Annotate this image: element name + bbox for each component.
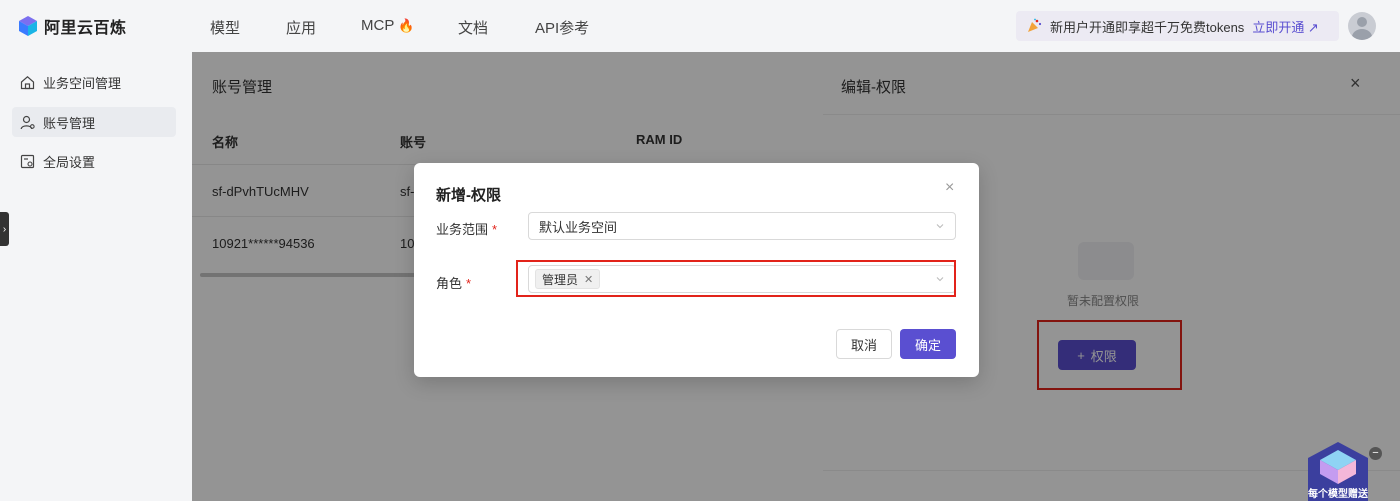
sidebar-item-workspace[interactable]: 业务空间管理 — [12, 67, 176, 97]
promo-banner[interactable]: 新用户开通即享超千万免费tokens 立即开通 ↗ — [1016, 11, 1339, 41]
sidebar-collapse-toggle[interactable]: › — [0, 212, 9, 246]
settings-icon — [20, 154, 35, 169]
brand-name: 阿里云百炼 — [44, 20, 127, 37]
scope-label: 业务范围 * — [436, 219, 497, 238]
promo-float-widget[interactable]: 每个模型赠送 — [1306, 440, 1370, 501]
fire-icon: 🔥 — [398, 18, 415, 33]
required-mark: * — [466, 276, 472, 291]
nav-item-api[interactable]: API参考 — [535, 17, 589, 38]
brand-logo[interactable]: 阿里云百炼 — [18, 14, 127, 38]
promo-link[interactable]: 立即开通 ↗ — [1252, 17, 1319, 36]
confirm-button[interactable]: 确定 — [900, 329, 956, 359]
scope-label-text: 业务范围 — [436, 222, 489, 237]
nav-item-mcp[interactable]: MCP 🔥 — [361, 17, 414, 34]
highlight-box-role — [516, 260, 956, 297]
party-icon — [1026, 18, 1042, 34]
brand-logo-icon — [18, 15, 38, 37]
sidebar: 业务空间管理 账号管理 全局设置 — [0, 52, 192, 501]
required-mark: * — [492, 222, 498, 237]
modal-close-icon[interactable]: × — [945, 180, 954, 196]
sidebar-item-label: 账号管理 — [43, 115, 96, 131]
float-widget-minimize-icon[interactable]: − — [1369, 447, 1382, 460]
sidebar-item-label: 业务空间管理 — [43, 75, 122, 91]
cancel-button[interactable]: 取消 — [836, 329, 892, 359]
top-nav: 阿里云百炼 模型 应用 MCP 🔥 文档 API参考 新用户开通即享超千万免费t… — [0, 0, 1400, 52]
role-label-text: 角色 — [436, 276, 463, 291]
nav-item-models[interactable]: 模型 — [210, 17, 240, 38]
modal-title: 新增-权限 — [436, 187, 501, 204]
float-widget-label: 每个模型赠送 — [1308, 489, 1368, 500]
sidebar-item-accounts[interactable]: 账号管理 — [12, 107, 176, 137]
scope-select-value: 默认业务空间 — [539, 219, 618, 235]
nav-item-docs[interactable]: 文档 — [458, 17, 488, 38]
user-icon — [20, 115, 35, 130]
role-label: 角色 * — [436, 273, 471, 292]
nav-item-apps[interactable]: 应用 — [286, 17, 316, 38]
nav-item-mcp-label: MCP — [361, 17, 395, 34]
chevron-down-icon — [935, 221, 945, 231]
sidebar-item-label: 全局设置 — [43, 154, 96, 170]
add-permission-modal: 新增-权限 × 业务范围 * 默认业务空间 角色 * 管理员 ✕ 取消 确定 — [414, 163, 979, 377]
user-avatar[interactable] — [1348, 12, 1376, 40]
sidebar-item-global-settings[interactable]: 全局设置 — [12, 146, 176, 176]
home-icon — [20, 75, 35, 90]
promo-text: 新用户开通即享超千万免费tokens — [1050, 19, 1245, 35]
scope-select[interactable]: 默认业务空间 — [528, 212, 956, 240]
